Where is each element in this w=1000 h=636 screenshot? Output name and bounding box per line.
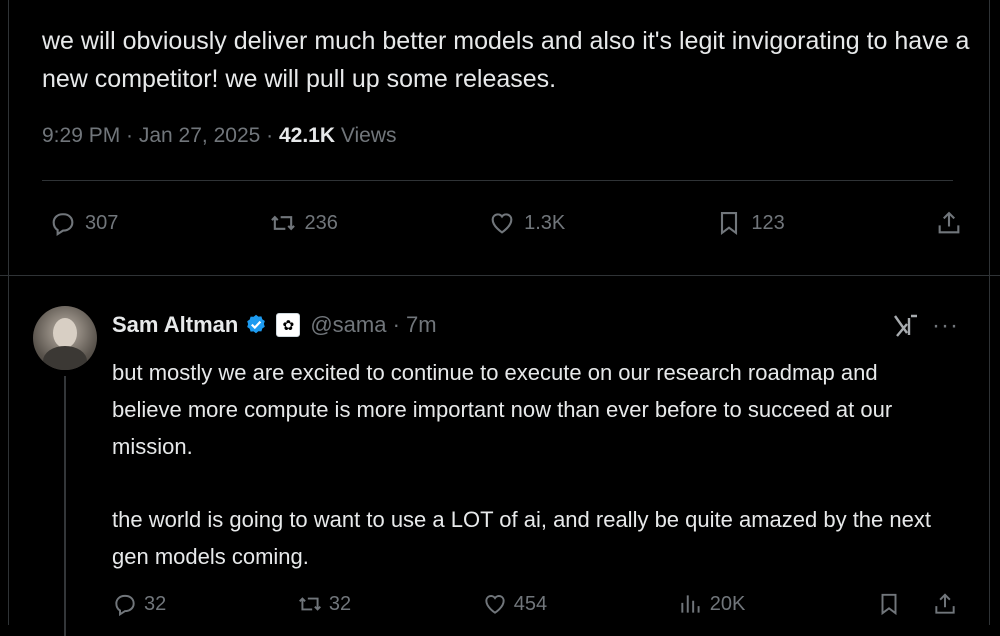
author-handle[interactable]: @sama · 7m [310,312,436,338]
divider [42,180,953,181]
views-button[interactable]: 20K [678,591,746,617]
tweet-timestamp[interactable]: 9:29 PM · Jan 27, 2025 · [42,124,279,147]
views-count: 42.1K [278,124,336,147]
more-icon[interactable]: ··· [932,312,959,340]
views-icon [681,595,700,613]
bookmark-icon [721,212,738,236]
repost-button[interactable]: 32 [297,591,351,617]
share-icon [935,593,955,614]
avatar[interactable] [33,306,97,370]
views-count: 20K [709,592,746,615]
like-button[interactable]: 454 [482,591,547,617]
like-button[interactable]: 1.3K [488,209,565,237]
like-count: 454 [513,592,548,615]
reply-tweet[interactable]: Sam Altman ✿ @sama · 7m ··· but mostly w… [0,276,980,636]
author-name[interactable]: Sam Altman [112,312,238,338]
like-icon [491,213,513,234]
reply-paragraph-2: the world is going to want to use a LOT … [112,507,931,569]
bookmark-icon [881,593,897,616]
grok-icon[interactable] [892,312,920,340]
verified-badge-icon [247,314,266,334]
reply-paragraph-1: but mostly we are excited to continue to… [112,360,893,459]
repost-count: 236 [304,211,338,234]
like-count: 1.3K [524,211,566,234]
reply-icon [52,213,74,237]
reply-header: Sam Altman ✿ @sama · 7m [112,312,437,338]
bookmark-count: 123 [751,211,785,234]
views-label: Views [335,124,397,147]
tweet-action-bar: 307 236 1.3K 123 [49,198,971,248]
tweet-meta: 9:29 PM · Jan 27, 2025 · 42.1K Views [42,124,397,148]
avatar-body [43,346,87,370]
repost-icon [298,597,321,611]
reply-count: 32 [144,592,167,615]
affiliate-logo-icon[interactable]: ✿ [276,313,301,337]
repost-icon [270,215,295,231]
share-button[interactable] [932,591,964,617]
reply-button[interactable]: 307 [49,209,118,237]
reply-right-actions [876,591,964,617]
like-icon [485,595,505,614]
avatar-head [53,318,77,348]
bookmark-button[interactable]: 123 [715,209,785,237]
share-icon [938,211,960,234]
reply-text: but mostly we are excited to continue to… [112,354,952,611]
repost-button[interactable]: 236 [269,209,338,237]
reply-icon [115,594,135,617]
reply-button[interactable]: 32 [112,591,166,617]
repost-count: 32 [328,592,352,615]
reply-count: 307 [85,211,119,234]
tweet-text: we will obviously deliver much better mo… [42,27,970,93]
bookmark-button[interactable] [876,591,908,617]
share-button[interactable] [935,209,971,237]
thread-line [64,376,66,636]
reply-action-bar: 32 32 454 20K [112,591,964,617]
